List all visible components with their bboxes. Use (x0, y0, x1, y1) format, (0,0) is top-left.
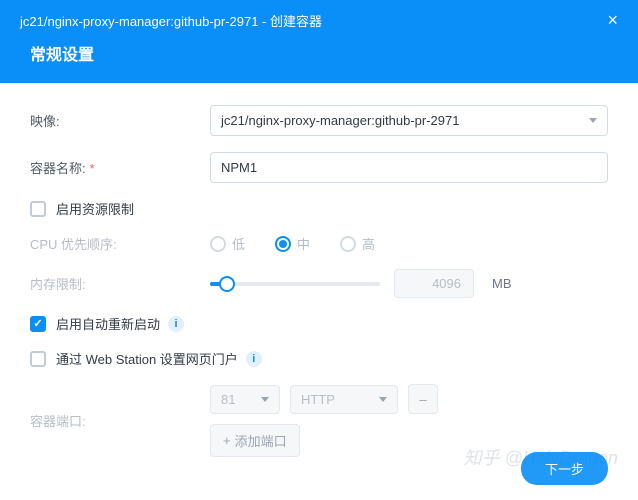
memory-limit-label: 内存限制: (30, 274, 210, 293)
resource-limit-row: 启用资源限制 (30, 199, 608, 218)
image-value: jc21/nginx-proxy-manager:github-pr-2971 (221, 113, 459, 128)
container-port-row: 容器端口: 81 HTTP – + 添加端口 (30, 384, 608, 457)
close-icon[interactable]: × (607, 10, 618, 31)
chevron-down-icon (379, 397, 387, 402)
web-station-checkbox[interactable] (30, 351, 46, 367)
image-row: 映像: jc21/nginx-proxy-manager:github-pr-2… (30, 105, 608, 136)
image-label: 映像: (30, 111, 210, 130)
memory-slider[interactable] (210, 282, 380, 286)
add-port-button[interactable]: + 添加端口 (210, 424, 300, 457)
cpu-radio-group: 低 中 高 (210, 234, 608, 253)
port-field: 81 HTTP – + 添加端口 (210, 384, 608, 457)
cpu-radio-low[interactable]: 低 (210, 234, 245, 253)
slider-thumb-icon[interactable] (219, 276, 235, 292)
form-body: 映像: jc21/nginx-proxy-manager:github-pr-2… (0, 83, 638, 495)
dialog-header: jc21/nginx-proxy-manager:github-pr-2971 … (0, 0, 638, 41)
info-icon[interactable]: i (246, 351, 262, 367)
container-name-label: 容器名称:* (30, 158, 210, 177)
section-header: 常规设置 (0, 41, 638, 83)
cpu-radio-mid[interactable]: 中 (275, 234, 310, 253)
container-port-label: 容器端口: (30, 411, 210, 430)
dialog-title: jc21/nginx-proxy-manager:github-pr-2971 … (20, 11, 322, 30)
port-number-select[interactable]: 81 (210, 385, 280, 414)
section-title: 常规设置 (30, 41, 608, 65)
cpu-radio-high[interactable]: 高 (340, 234, 375, 253)
web-station-label: 通过 Web Station 设置网页门户 (56, 349, 238, 368)
cpu-priority-row: CPU 优先顺序: 低 中 高 (30, 234, 608, 253)
auto-restart-label: 启用自动重新启动 (56, 314, 160, 333)
chevron-down-icon (261, 397, 269, 402)
remove-port-button[interactable]: – (408, 384, 438, 414)
info-icon[interactable]: i (168, 316, 184, 332)
memory-value-box[interactable]: 4096 (394, 269, 474, 298)
container-name-input[interactable] (210, 152, 608, 183)
protocol-select[interactable]: HTTP (290, 385, 398, 414)
memory-unit: MB (492, 276, 512, 291)
next-button[interactable]: 下一步 (521, 452, 608, 485)
image-select[interactable]: jc21/nginx-proxy-manager:github-pr-2971 (210, 105, 608, 136)
memory-limit-row: 内存限制: 4096 MB (30, 269, 608, 298)
chevron-down-icon (589, 118, 597, 123)
plus-icon: + (223, 433, 231, 448)
web-station-row: 通过 Web Station 设置网页门户 i (30, 349, 608, 368)
cpu-priority-label: CPU 优先顺序: (30, 234, 210, 253)
auto-restart-row: 启用自动重新启动 i (30, 314, 608, 333)
memory-slider-wrap: 4096 MB (210, 269, 608, 298)
resource-limit-checkbox[interactable] (30, 201, 46, 217)
container-name-row: 容器名称:* (30, 152, 608, 183)
auto-restart-checkbox[interactable] (30, 316, 46, 332)
resource-limit-label: 启用资源限制 (56, 199, 134, 218)
